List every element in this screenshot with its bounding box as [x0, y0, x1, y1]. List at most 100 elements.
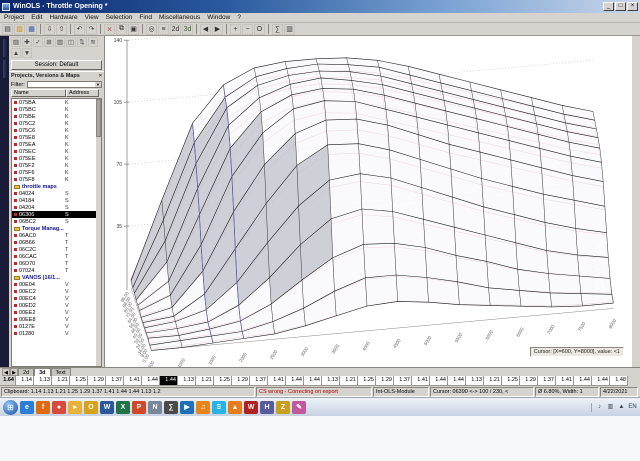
sidebar-tool-split-view-icon[interactable]: ◫: [66, 37, 76, 47]
toolbar-button-decrease-value[interactable]: −: [242, 23, 253, 35]
map-list-item[interactable]: 06D70 T: [12, 260, 101, 267]
value-cell[interactable]: 1.29: [520, 376, 538, 386]
map-list-item[interactable]: 06AC0 T: [12, 232, 101, 239]
map-list-item[interactable]: 00EC4 V: [12, 295, 101, 302]
map-list-item[interactable]: 04024 S: [12, 190, 101, 197]
value-cell[interactable]: 1.48: [610, 376, 628, 386]
menu-item-edit[interactable]: Edit: [31, 14, 42, 21]
toolbar-button-save[interactable]: ▦: [26, 23, 37, 35]
map-list-item[interactable]: 07024 T: [12, 267, 101, 274]
map-list-item[interactable]: 075C2 K: [12, 120, 101, 127]
map-list-item[interactable]: 075C6 K: [12, 127, 101, 134]
map-list-item[interactable]: 06CAC T: [12, 253, 101, 260]
toolbar-button-original-value[interactable]: O: [254, 23, 265, 35]
taskbar-icon-chrome[interactable]: ●: [52, 400, 66, 414]
value-cell[interactable]: 1.13: [178, 376, 196, 386]
value-cell[interactable]: 1.41: [412, 376, 430, 386]
value-cell[interactable]: 1.21: [196, 376, 214, 386]
toolbar-grip[interactable]: [3, 39, 6, 57]
value-cell[interactable]: 1.44: [430, 376, 448, 386]
sidebar-tool-open-project-icon[interactable]: ▨: [11, 37, 21, 47]
menu-item-project[interactable]: Project: [4, 14, 24, 21]
list-scrollbar[interactable]: [96, 99, 101, 366]
sidebar-tool-apply-icon[interactable]: ✓: [33, 37, 43, 47]
value-cell[interactable]: 1.44: [448, 376, 466, 386]
map-list-item[interactable]: 06C2C T: [12, 246, 101, 253]
map-3d-view[interactable]: 35 70 105 140 600 1000 1500 2000 2500 3000 3500 400…: [105, 36, 632, 367]
sidebar-tool-down-icon[interactable]: ▼: [22, 48, 32, 58]
menu-item-miscellaneous[interactable]: Miscellaneous: [159, 14, 200, 21]
map-list-item[interactable]: 075EC K: [12, 148, 101, 155]
view-tab-2d[interactable]: 2d: [18, 368, 35, 376]
menu-item-hardware[interactable]: Hardware: [49, 14, 77, 21]
toolbar-button-copy[interactable]: ⧉: [116, 23, 127, 35]
filter-dropdown[interactable]: ▼: [26, 81, 102, 88]
toolbar-button-prev-map[interactable]: ◀: [200, 23, 211, 35]
map-list-item[interactable]: 06B66 T: [12, 239, 101, 246]
value-cell[interactable]: 1.21: [340, 376, 358, 386]
toolbar-button-properties[interactable]: ▥: [284, 23, 295, 35]
value-cell[interactable]: 1.44: [286, 376, 304, 386]
map-list-item[interactable]: 075BC K: [12, 106, 101, 113]
taskbar-icon-word[interactable]: W: [100, 400, 114, 414]
map-list-item[interactable]: 06306 S: [12, 211, 101, 218]
start-button[interactable]: ⊞: [3, 399, 18, 415]
column-header-name[interactable]: Name: [11, 89, 66, 97]
value-cell[interactable]: 1.37: [250, 376, 268, 386]
sidebar-tool-sort-icon[interactable]: ⇅: [77, 37, 87, 47]
value-cell[interactable]: 1.25: [502, 376, 520, 386]
taskbar-icon-winols[interactable]: W: [244, 400, 258, 414]
value-cell[interactable]: 1.41: [556, 376, 574, 386]
value-cell[interactable]: 1.44: [142, 376, 160, 386]
map-list-item[interactable]: 075F2 K: [12, 162, 101, 169]
value-cell[interactable]: 1.37: [106, 376, 124, 386]
map-list-item[interactable]: 00EC2 V: [12, 288, 101, 295]
toolbar-button-next-map[interactable]: ▶: [212, 23, 223, 35]
toolbar-button-redo[interactable]: ↷: [86, 23, 97, 35]
toolbar-button-find[interactable]: ◎: [146, 23, 157, 35]
sidebar-tool-up-icon[interactable]: ▲: [11, 48, 21, 58]
menu-item-view[interactable]: View: [85, 14, 99, 21]
value-cell[interactable]: 1.25: [70, 376, 88, 386]
toolbar-button-3d-view[interactable]: 3d: [182, 23, 193, 35]
taskbar-icon-calculator[interactable]: ∑: [164, 400, 178, 414]
map-list-item[interactable]: 075EA K: [12, 141, 101, 148]
map-list-item[interactable]: 04204 S: [12, 204, 101, 211]
value-cell[interactable]: 1.44: [160, 376, 178, 386]
map-list-item[interactable]: 075F6 K: [12, 169, 101, 176]
map-list-item[interactable]: 0127E V: [12, 323, 101, 330]
toolbar-grip[interactable]: [3, 60, 6, 78]
taskbar-icon-internet-explorer[interactable]: e: [20, 400, 34, 414]
value-cell[interactable]: 1.21: [52, 376, 70, 386]
surface-plot[interactable]: 35 70 105 140 600 1000 1500 2000 2500 3000 3500 400…: [105, 36, 632, 367]
value-cell[interactable]: 1.37: [538, 376, 556, 386]
view-tab-text[interactable]: Text: [50, 368, 71, 376]
toolbar-button-checksum[interactable]: ∑: [272, 23, 283, 35]
toolbar-button-open[interactable]: ▨: [14, 23, 25, 35]
map-list-item[interactable]: 075BA K: [12, 99, 101, 106]
value-cell[interactable]: 1.13: [322, 376, 340, 386]
taskbar-icon-outlook[interactable]: O: [84, 400, 98, 414]
toolbar-button-cut[interactable]: ⨯: [104, 23, 115, 35]
value-cell[interactable]: 1.29: [232, 376, 250, 386]
taskbar-icon-powerpoint[interactable]: P: [132, 400, 146, 414]
taskbar-icon-vlc[interactable]: ▲: [228, 400, 242, 414]
tray-language-icon[interactable]: EN: [628, 403, 637, 412]
map-list-item[interactable]: 01280 V: [12, 330, 101, 337]
map-list-item[interactable]: 00EE8 V: [12, 316, 101, 323]
value-cell[interactable]: 1.29: [376, 376, 394, 386]
close-button[interactable]: ×: [627, 2, 638, 11]
map-list-item[interactable]: 075E8 K: [12, 134, 101, 141]
value-cell[interactable]: 1.44: [592, 376, 610, 386]
scrollbar-thumb[interactable]: [96, 99, 101, 137]
map-list-item[interactable]: 00ED2 V: [12, 302, 101, 309]
menu-item-window[interactable]: Window: [207, 14, 230, 21]
value-cell[interactable]: 1.41: [268, 376, 286, 386]
map-list-item[interactable]: 00EE2 V: [12, 309, 101, 316]
value-cell[interactable]: 1.25: [214, 376, 232, 386]
panel-close-icon[interactable]: ×: [99, 73, 102, 79]
map-folder-row[interactable]: VANOS (16/1...: [12, 274, 101, 281]
sidebar-tool-windows-icon[interactable]: ⊞: [44, 37, 54, 47]
value-cell[interactable]: 1.41: [124, 376, 142, 386]
taskbar-icon-firefox[interactable]: f: [36, 400, 50, 414]
